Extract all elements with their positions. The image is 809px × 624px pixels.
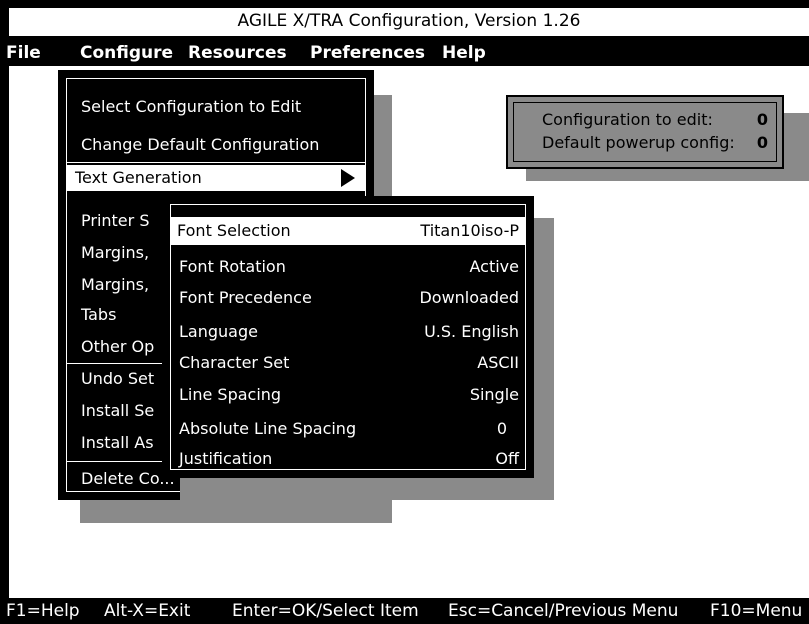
status-escape: Esc=Cancel/Previous Menu: [448, 601, 679, 621]
status-exit: Alt-X=Exit: [104, 601, 191, 621]
menu-bar: File Configure Resources Preferences Hel…: [0, 38, 809, 66]
character-set-label: Character Set: [179, 353, 290, 372]
line-spacing-value: Single: [469, 385, 519, 404]
menu-item-font-precedence[interactable]: Font Precedence Downloaded: [171, 288, 525, 307]
text-generation-submenu: Font Selection Titan10iso-P Font Rotatio…: [162, 196, 534, 478]
character-set-value: ASCII: [477, 353, 519, 372]
title-bar: AGILE X/TRA Configuration, Version 1.26: [9, 8, 809, 38]
text-generation-frame: Font Selection Titan10iso-P Font Rotatio…: [170, 204, 526, 470]
menu-help[interactable]: Help: [442, 43, 486, 63]
menu-preferences[interactable]: Preferences: [310, 43, 425, 63]
default-config-value: 0: [756, 133, 768, 152]
submenu-shadow-bottom: [180, 478, 554, 500]
status-bar: F1=Help Alt-X=Exit Enter=OK/Select Item …: [0, 598, 809, 624]
config-info-frame: Configuration to edit: 0 Default powerup…: [513, 102, 777, 162]
font-selection-value: Titan10iso-P: [420, 221, 519, 240]
menu-item-text-generation-label: Text Generation: [75, 168, 202, 187]
font-precedence-label: Font Precedence: [179, 288, 312, 307]
menu-item-language[interactable]: Language U.S. English: [171, 322, 525, 341]
status-menu: F10=Menu: [710, 601, 803, 621]
font-precedence-value: Downloaded: [419, 288, 519, 307]
menu-item-change-default[interactable]: Change Default Configuration: [67, 135, 365, 154]
menu-item-justification[interactable]: Justification Off: [171, 449, 525, 468]
status-help: F1=Help: [6, 601, 80, 621]
configure-menu-shadow-bottom: [80, 498, 392, 523]
absolute-line-spacing-value: 0: [496, 419, 507, 438]
language-label: Language: [179, 322, 258, 341]
menu-file[interactable]: File: [6, 43, 41, 63]
window-title: AGILE X/TRA Configuration, Version 1.26: [237, 11, 581, 31]
submenu-arrow-icon: [341, 169, 355, 187]
menu-item-font-rotation[interactable]: Font Rotation Active: [171, 257, 525, 276]
font-rotation-value: Active: [469, 257, 520, 276]
menu-item-select-config[interactable]: Select Configuration to Edit: [67, 97, 365, 116]
default-config-label: Default powerup config:: [542, 133, 735, 152]
line-spacing-label: Line Spacing: [179, 385, 282, 404]
menu-item-character-set[interactable]: Character Set ASCII: [171, 353, 525, 372]
menu-item-font-selection[interactable]: Font Selection Titan10iso-P: [171, 217, 525, 245]
font-selection-label: Font Selection: [177, 221, 291, 240]
absolute-line-spacing-label: Absolute Line Spacing: [179, 419, 357, 438]
status-enter: Enter=OK/Select Item: [232, 601, 419, 621]
justification-value: Off: [495, 449, 519, 468]
justification-label: Justification: [179, 449, 273, 468]
menu-resources[interactable]: Resources: [188, 43, 287, 63]
menu-separator: [67, 162, 365, 163]
menu-configure[interactable]: Configure: [80, 43, 174, 63]
menu-item-text-generation[interactable]: Text Generation: [67, 165, 365, 191]
language-value: U.S. English: [424, 322, 519, 341]
menu-item-line-spacing[interactable]: Line Spacing Single: [171, 385, 525, 404]
menu-item-absolute-line-spacing[interactable]: Absolute Line Spacing 0: [171, 419, 525, 438]
submenu-shadow-right: [532, 218, 554, 490]
config-edit-value: 0: [756, 110, 768, 129]
font-rotation-label: Font Rotation: [179, 257, 286, 276]
config-edit-label: Configuration to edit:: [542, 110, 713, 129]
config-info-panel: Configuration to edit: 0 Default powerup…: [506, 95, 784, 169]
